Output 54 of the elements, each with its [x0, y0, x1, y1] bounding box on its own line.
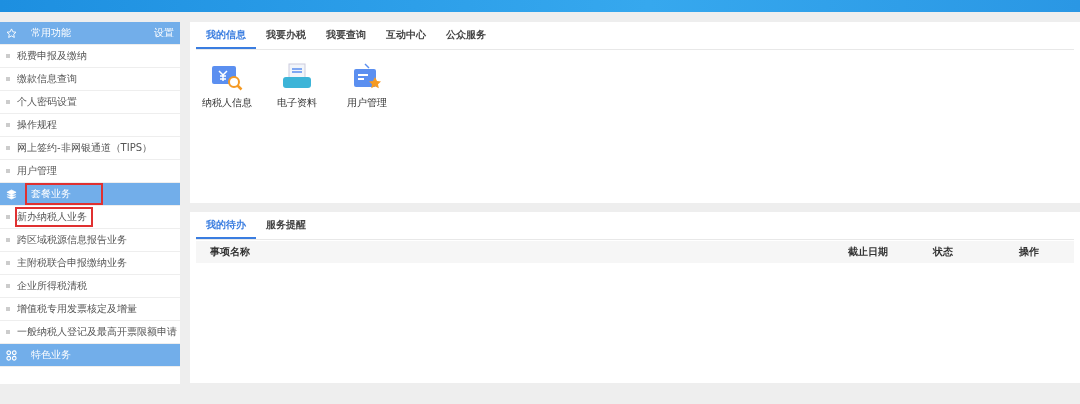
menu-item-label: 跨区域税源信息报告业务 — [16, 233, 128, 247]
star-icon — [6, 27, 17, 39]
column-header: 状态 — [933, 245, 954, 259]
menu-item-label: 网上签约-非网银通道（TIPS） — [16, 141, 154, 155]
menu-item-label: 新办纳税人业务 — [15, 207, 93, 227]
tab[interactable]: 互动中心 — [376, 22, 436, 49]
grid-icon — [6, 349, 17, 361]
tab[interactable]: 我的信息 — [196, 22, 256, 49]
bullet-icon — [6, 123, 10, 127]
menu-item-label: 税费申报及缴纳 — [16, 49, 88, 63]
bullet-icon — [6, 261, 10, 265]
menu-item[interactable]: 操作规程 — [0, 114, 180, 137]
tab[interactable]: 我要办税 — [256, 22, 316, 49]
shortcut-item[interactable]: 用户管理 — [342, 62, 392, 110]
shortcut-item[interactable]: 电子资料 — [272, 62, 322, 110]
menu-item-label: 增值税专用发票核定及增量 — [16, 302, 138, 316]
tab[interactable]: 服务提醒 — [256, 212, 316, 239]
column-header: 截止日期 — [848, 245, 889, 259]
menu-item[interactable]: 税费申报及缴纳 — [0, 45, 180, 68]
menu-item[interactable]: 新办纳税人业务 — [0, 206, 180, 229]
bullet-icon — [6, 238, 10, 242]
menu-item-label: 个人密码设置 — [16, 95, 78, 109]
menu-item-label: 缴款信息查询 — [16, 72, 78, 86]
menu-item[interactable]: 跨区域税源信息报告业务 — [0, 229, 180, 252]
bullet-icon — [6, 77, 10, 81]
menu-item[interactable]: 个人密码设置 — [0, 91, 180, 114]
bullet-icon — [6, 54, 10, 58]
column-header: 操作 — [1019, 245, 1040, 259]
menu-group-title: 常用功能 — [30, 26, 72, 40]
tab[interactable]: 我要查询 — [316, 22, 376, 49]
layers-icon — [6, 188, 17, 200]
bullet-icon — [6, 284, 10, 288]
menu-item[interactable]: 增值税专用发票核定及增量 — [0, 298, 180, 321]
bullet-icon — [6, 330, 10, 334]
menu-item-label: 主附税联合申报缴纳业务 — [16, 256, 128, 270]
bullet-icon — [6, 100, 10, 104]
menu-item-label: 操作规程 — [16, 118, 58, 132]
menu-item[interactable]: 企业所得税清税 — [0, 275, 180, 298]
bullet-icon — [6, 146, 10, 150]
tab[interactable]: 我的待办 — [196, 212, 256, 239]
menu-item[interactable]: 缴款信息查询 — [0, 68, 180, 91]
shortcut-item[interactable]: 纳税人信息 — [202, 62, 252, 110]
menu-group-title: 套餐业务 — [25, 183, 103, 205]
tab[interactable]: 公众服务 — [436, 22, 496, 49]
menu-item[interactable]: 网上签约-非网银通道（TIPS） — [0, 137, 180, 160]
bullet-icon — [6, 169, 10, 173]
menu-item[interactable]: 主附税联合申报缴纳业务 — [0, 252, 180, 275]
menu-item-label: 企业所得税清税 — [16, 279, 88, 293]
menu-item-label: 一般纳税人登记及最高开票限额申请 — [16, 325, 178, 339]
menu-group-title: 特色业务 — [30, 348, 72, 362]
bullet-icon — [6, 307, 10, 311]
column-header: 事项名称 — [209, 245, 251, 259]
menu-item-label: 用户管理 — [16, 164, 58, 178]
bullet-icon — [6, 215, 10, 219]
